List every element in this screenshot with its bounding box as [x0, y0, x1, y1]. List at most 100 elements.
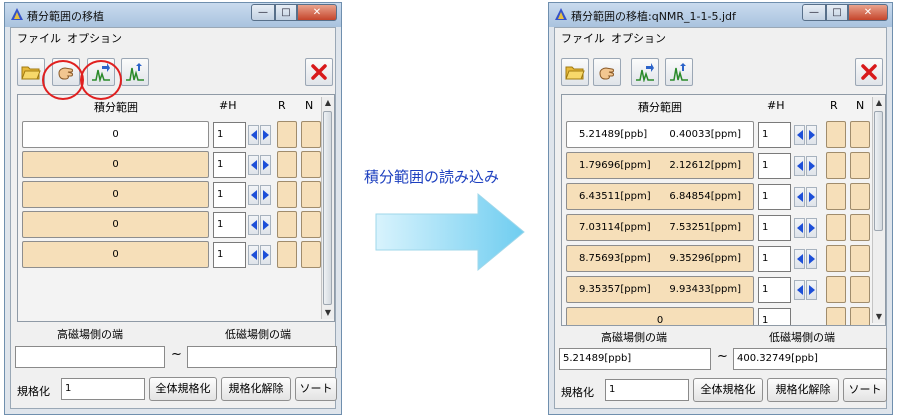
import-peaks-button[interactable]	[631, 58, 659, 86]
r-cell[interactable]	[277, 121, 297, 148]
decrement-button[interactable]	[794, 187, 805, 207]
r-cell[interactable]	[826, 307, 846, 325]
r-cell[interactable]	[277, 241, 297, 268]
n-cell[interactable]	[301, 181, 321, 208]
range-cell[interactable]: 0	[22, 121, 209, 148]
decrement-button[interactable]	[248, 215, 259, 235]
h-count-field[interactable]: 1	[758, 184, 791, 210]
increment-button[interactable]	[806, 280, 817, 300]
normalize-all-button[interactable]: 全体規格化	[149, 377, 217, 401]
r-cell[interactable]	[826, 121, 846, 148]
scroll-up-icon[interactable]: ▲	[873, 97, 885, 109]
decrement-button[interactable]	[794, 125, 805, 145]
increment-button[interactable]	[260, 245, 271, 265]
decrement-button[interactable]	[794, 156, 805, 176]
decrement-button[interactable]	[248, 245, 259, 265]
clear-all-button[interactable]	[305, 58, 333, 86]
r-cell[interactable]	[826, 214, 846, 241]
decrement-button[interactable]	[794, 249, 805, 269]
sort-button[interactable]: ソート	[295, 377, 337, 401]
h-count-field[interactable]: 1	[758, 246, 791, 272]
increment-button[interactable]	[806, 156, 817, 176]
decrement-button[interactable]	[248, 155, 259, 175]
increment-button[interactable]	[260, 125, 271, 145]
h-count-field[interactable]: 1	[213, 152, 246, 178]
range-cell[interactable]: 0	[22, 151, 209, 178]
n-cell[interactable]	[850, 276, 870, 303]
increment-button[interactable]	[806, 125, 817, 145]
range-cell[interactable]: 0	[22, 241, 209, 268]
scroll-down-icon[interactable]: ▼	[873, 311, 885, 323]
increment-button[interactable]	[806, 249, 817, 269]
h-count-field[interactable]: 1	[213, 212, 246, 238]
export-peaks-button[interactable]	[665, 58, 693, 86]
n-cell[interactable]	[850, 214, 870, 241]
normalize-input[interactable]: 1	[605, 379, 689, 401]
range-cell[interactable]: 0	[566, 307, 754, 325]
high-field-edge-input[interactable]: 5.21489[ppb]	[559, 348, 711, 370]
n-cell[interactable]	[850, 245, 870, 272]
increment-button[interactable]	[260, 215, 271, 235]
maximize-button[interactable]: □	[826, 4, 848, 21]
r-cell[interactable]	[826, 245, 846, 272]
range-cell[interactable]: 0	[22, 181, 209, 208]
range-cell[interactable]: 0	[22, 211, 209, 238]
open-folder-button[interactable]	[561, 58, 589, 86]
r-cell[interactable]	[277, 211, 297, 238]
n-cell[interactable]	[301, 241, 321, 268]
increment-button[interactable]	[260, 185, 271, 205]
normalize-all-button[interactable]: 全体規格化	[693, 378, 763, 402]
low-field-edge-input[interactable]	[187, 346, 337, 368]
h-count-field[interactable]: 1	[758, 122, 791, 148]
clear-all-button[interactable]	[855, 58, 883, 86]
h-count-field[interactable]: 1	[213, 242, 246, 268]
maximize-button[interactable]: □	[275, 4, 297, 21]
n-cell[interactable]	[301, 211, 321, 238]
low-field-edge-input[interactable]: 400.32749[ppb]	[733, 348, 887, 370]
window-close-button[interactable]: ✕	[848, 4, 888, 21]
h-count-field[interactable]: 1	[758, 277, 791, 303]
h-count-field[interactable]: 1	[758, 153, 791, 179]
menu-file[interactable]: ファイル	[561, 30, 605, 46]
h-count-field[interactable]: 1	[213, 182, 246, 208]
n-cell[interactable]	[850, 183, 870, 210]
range-cell[interactable]: 1.79696[ppm] 2.12612[ppm]	[566, 152, 754, 179]
n-cell[interactable]	[850, 307, 870, 325]
decrement-button[interactable]	[248, 125, 259, 145]
r-cell[interactable]	[826, 183, 846, 210]
r-cell[interactable]	[277, 151, 297, 178]
decrement-button[interactable]	[248, 185, 259, 205]
vertical-scrollbar[interactable]: ▲ ▼	[321, 97, 334, 319]
scroll-up-icon[interactable]: ▲	[322, 97, 334, 109]
unnormalize-button[interactable]: 規格化解除	[767, 378, 839, 402]
n-cell[interactable]	[301, 151, 321, 178]
normalize-input[interactable]: 1	[61, 378, 145, 400]
menu-options[interactable]: オプション	[67, 30, 122, 46]
range-cell[interactable]: 8.75693[ppm] 9.35296[ppm]	[566, 245, 754, 272]
range-cell[interactable]: 7.03114[ppm] 7.53251[ppm]	[566, 214, 754, 241]
n-cell[interactable]	[301, 121, 321, 148]
scroll-thumb[interactable]	[323, 111, 332, 305]
open-folder-button[interactable]	[17, 58, 45, 86]
menu-options[interactable]: オプション	[611, 30, 666, 46]
r-cell[interactable]	[826, 276, 846, 303]
h-count-field[interactable]: 1	[758, 215, 791, 241]
export-peaks-button[interactable]	[121, 58, 149, 86]
range-cell[interactable]: 6.43511[ppm] 6.84854[ppm]	[566, 183, 754, 210]
n-cell[interactable]	[850, 152, 870, 179]
h-count-field[interactable]: 1	[213, 122, 246, 148]
increment-button[interactable]	[806, 187, 817, 207]
minimize-button[interactable]: —	[251, 4, 275, 21]
unnormalize-button[interactable]: 規格化解除	[221, 377, 291, 401]
range-cell[interactable]: 9.35357[ppm] 9.93433[ppm]	[566, 276, 754, 303]
range-cell[interactable]: 5.21489[ppb] 0.40033[ppm]	[566, 121, 754, 148]
pick-range-button[interactable]	[593, 58, 621, 86]
increment-button[interactable]	[806, 218, 817, 238]
minimize-button[interactable]: —	[802, 4, 826, 21]
vertical-scrollbar[interactable]: ▲ ▼	[872, 97, 885, 323]
window-close-button[interactable]: ✕	[297, 4, 337, 21]
r-cell[interactable]	[277, 181, 297, 208]
menu-file[interactable]: ファイル	[17, 30, 61, 46]
h-count-field[interactable]: 1	[758, 308, 791, 325]
decrement-button[interactable]	[794, 280, 805, 300]
